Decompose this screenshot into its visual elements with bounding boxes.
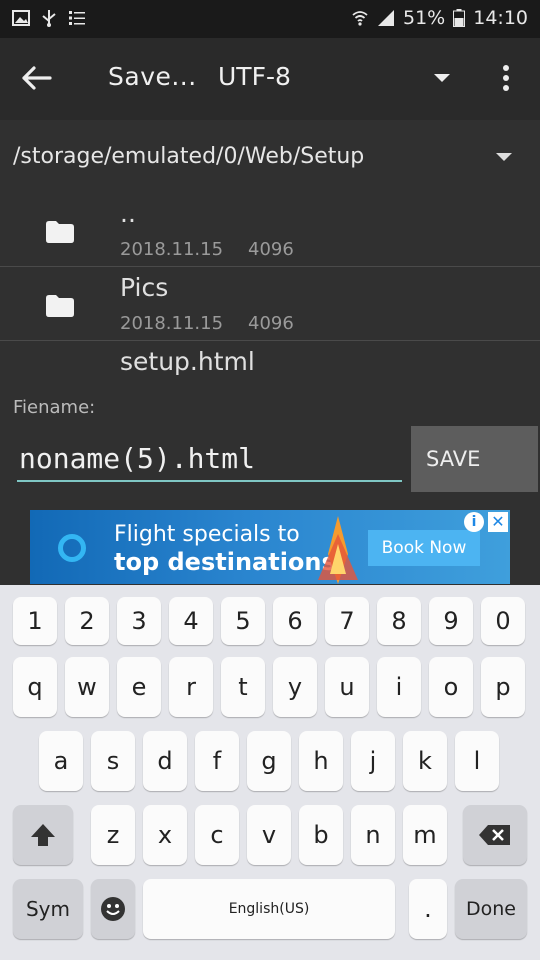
key-u[interactable]: u — [325, 657, 369, 717]
key-h[interactable]: h — [299, 731, 343, 791]
backspace-key[interactable] — [463, 805, 527, 865]
key-o[interactable]: o — [429, 657, 473, 717]
ad-subheadline: top destinations — [114, 548, 336, 576]
key-c[interactable]: c — [195, 805, 239, 865]
emoji-icon — [101, 897, 125, 921]
path-dropdown-icon[interactable] — [496, 153, 512, 161]
file-row-pics[interactable]: Pics 2018.11.15 4096 — [0, 267, 540, 341]
key-0[interactable]: 0 — [481, 597, 525, 645]
file-name: .. — [120, 199, 136, 228]
key-5[interactable]: 5 — [221, 597, 265, 645]
filename-input[interactable] — [17, 436, 402, 482]
image-icon — [12, 10, 30, 26]
key-b[interactable]: b — [299, 805, 343, 865]
key-9[interactable]: 9 — [429, 597, 473, 645]
file-size: 4096 — [248, 313, 294, 334]
sym-key[interactable]: Sym — [13, 879, 83, 939]
key-v[interactable]: v — [247, 805, 291, 865]
wifi-icon — [352, 11, 368, 26]
ad-banner[interactable]: Flight specials to top destinations Book… — [30, 510, 510, 584]
file-name: Pics — [120, 273, 169, 302]
folder-icon — [46, 221, 74, 243]
emoji-key[interactable] — [91, 879, 135, 939]
folder-icon — [46, 295, 74, 317]
key-y[interactable]: y — [273, 657, 317, 717]
ad-logo-icon — [58, 534, 86, 562]
key-s[interactable]: s — [91, 731, 135, 791]
shift-key[interactable] — [13, 805, 73, 865]
battery-percent: 51% — [403, 7, 446, 29]
save-button[interactable]: SAVE — [411, 426, 538, 492]
period-key[interactable]: . — [409, 879, 447, 939]
key-2[interactable]: 2 — [65, 597, 109, 645]
file-row-parent[interactable]: .. 2018.11.15 4096 — [0, 193, 540, 267]
key-x[interactable]: x — [143, 805, 187, 865]
close-icon[interactable]: ✕ — [488, 512, 508, 532]
done-key[interactable]: Done — [455, 879, 527, 939]
encoding-selector[interactable]: UTF-8 — [218, 62, 291, 91]
file-date: 2018.11.15 — [120, 239, 224, 260]
path-selector[interactable]: /storage/emulated/0/Web/Setup — [0, 120, 540, 196]
current-path: /storage/emulated/0/Web/Setup — [13, 144, 365, 169]
key-6[interactable]: 6 — [273, 597, 317, 645]
key-q[interactable]: q — [13, 657, 57, 717]
info-icon[interactable]: i — [464, 512, 484, 532]
key-3[interactable]: 3 — [117, 597, 161, 645]
key-p[interactable]: p — [481, 657, 525, 717]
key-m[interactable]: m — [403, 805, 447, 865]
rocket-image — [318, 516, 358, 584]
key-g[interactable]: g — [247, 731, 291, 791]
space-key[interactable]: English(US) — [143, 879, 395, 939]
file-row-setup[interactable]: setup.html — [0, 341, 540, 385]
key-t[interactable]: t — [221, 657, 265, 717]
back-arrow-icon[interactable] — [18, 60, 54, 96]
key-z[interactable]: z — [91, 805, 135, 865]
status-bar: 51% 14:10 — [0, 0, 540, 38]
key-d[interactable]: d — [143, 731, 187, 791]
list-icon — [69, 11, 85, 25]
key-r[interactable]: r — [169, 657, 213, 717]
key-k[interactable]: k — [403, 731, 447, 791]
toolbar: Save... UTF-8 — [0, 38, 540, 120]
key-7[interactable]: 7 — [325, 597, 369, 645]
key-i[interactable]: i — [377, 657, 421, 717]
file-size: 4096 — [248, 239, 294, 260]
key-8[interactable]: 8 — [377, 597, 421, 645]
key-w[interactable]: w — [65, 657, 109, 717]
file-date: 2018.11.15 — [120, 313, 224, 334]
battery-icon — [453, 9, 466, 27]
key-n[interactable]: n — [351, 805, 395, 865]
usb-icon — [42, 10, 56, 27]
chevron-down-icon[interactable] — [434, 74, 450, 82]
key-l[interactable]: l — [455, 731, 499, 791]
signal-icon — [378, 10, 394, 26]
key-4[interactable]: 4 — [169, 597, 213, 645]
filename-label: Fiename: — [13, 397, 96, 418]
key-f[interactable]: f — [195, 731, 239, 791]
toolbar-title: Save... — [108, 62, 197, 91]
backspace-icon — [479, 825, 510, 845]
key-e[interactable]: e — [117, 657, 161, 717]
shift-arrow-icon — [31, 824, 55, 846]
ad-book-button[interactable]: Book Now — [368, 530, 480, 566]
key-j[interactable]: j — [351, 731, 395, 791]
key-a[interactable]: a — [39, 731, 83, 791]
clock: 14:10 — [473, 7, 528, 29]
key-1[interactable]: 1 — [13, 597, 57, 645]
soft-keyboard: 1 2 3 4 5 6 7 8 9 0 q w e r t y u i o p a s d f g h j k l z x c v b n m Sym E… — [0, 585, 540, 960]
more-vert-icon[interactable] — [496, 62, 516, 96]
ad-headline: Flight specials to — [114, 522, 300, 547]
file-name: setup.html — [120, 347, 255, 376]
